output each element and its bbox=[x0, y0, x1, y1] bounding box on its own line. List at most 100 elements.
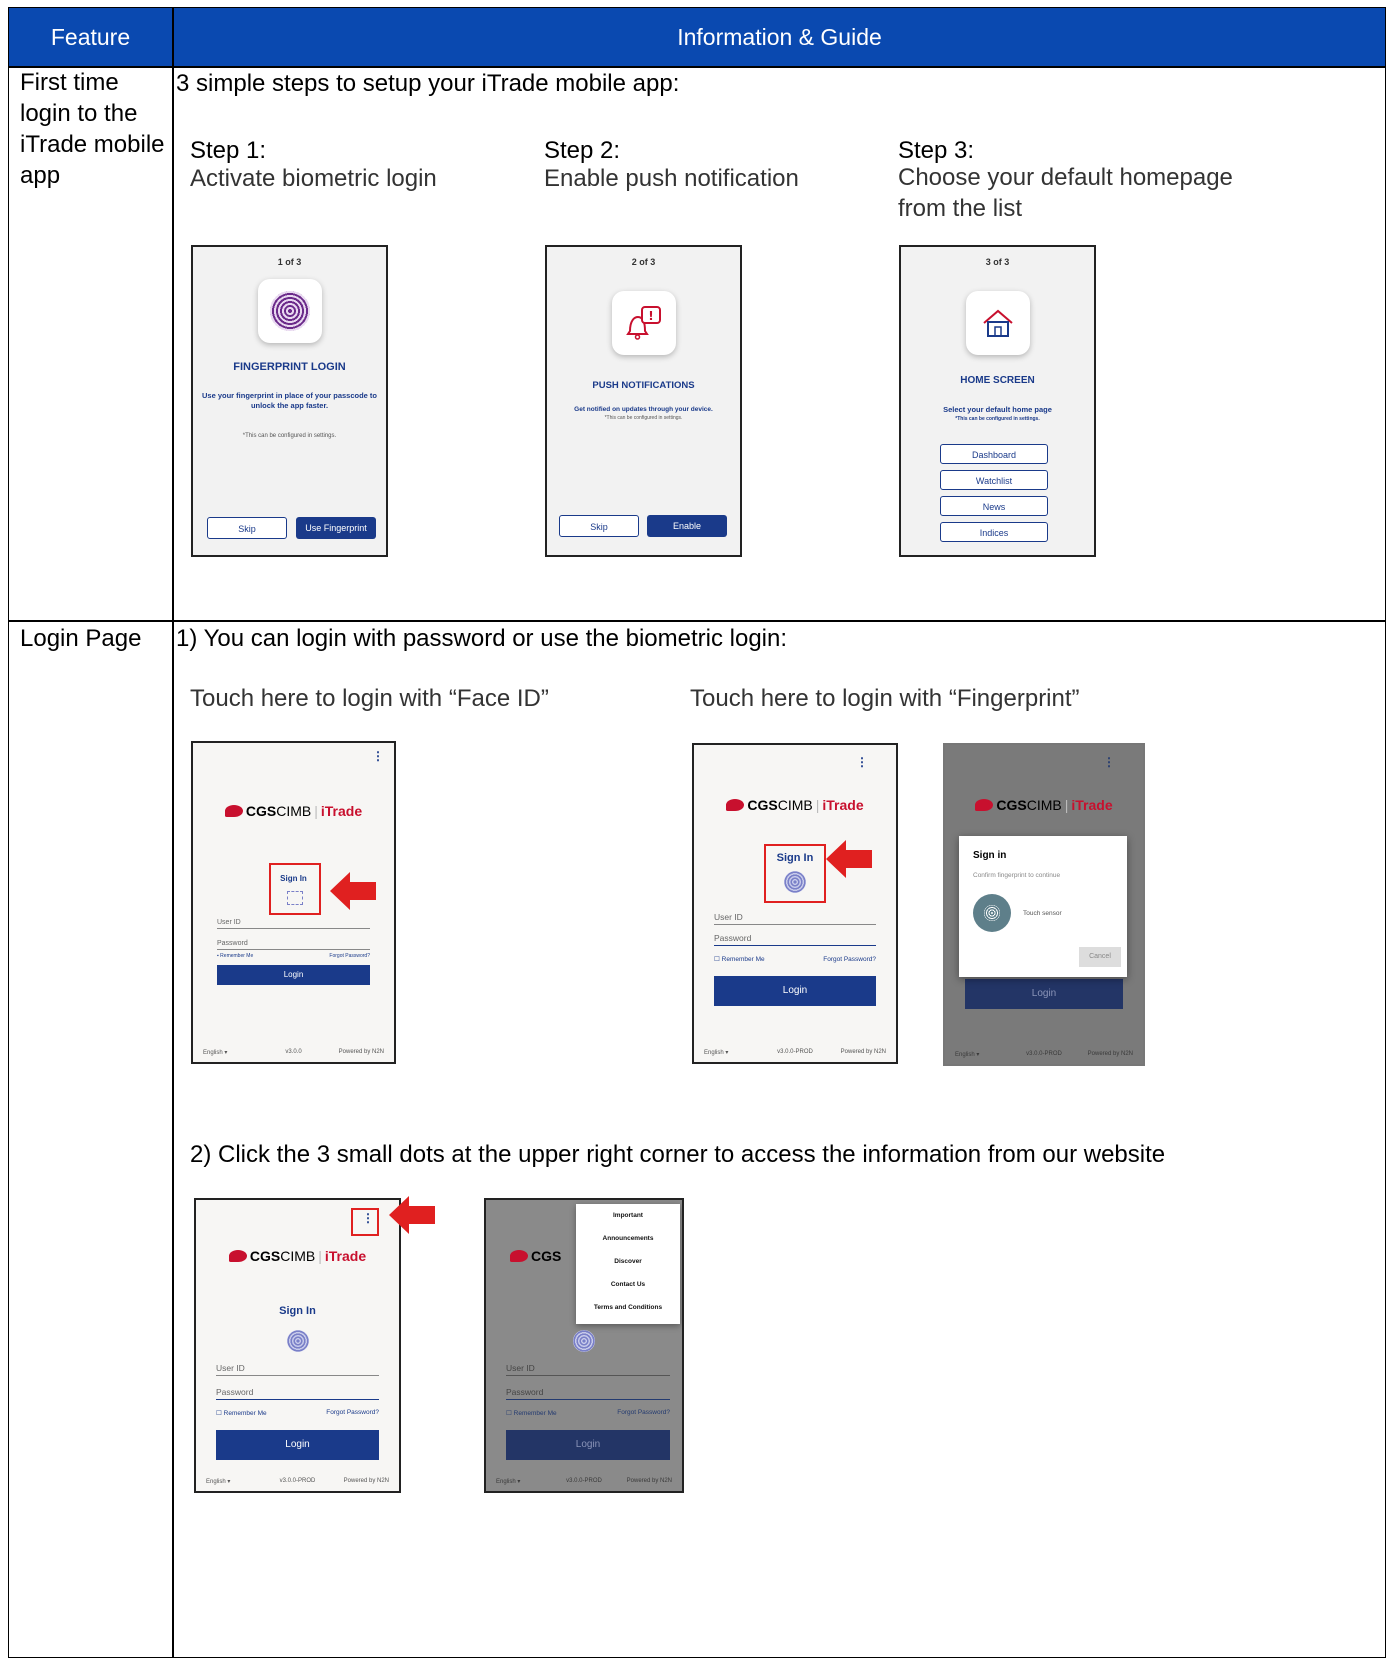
cgscimb-logo: CGSCIMB | iTrade bbox=[196, 1248, 399, 1264]
remember-me-checkbox[interactable]: ▪ Remember Me bbox=[217, 953, 253, 959]
point-1: 1) You can login with password or use th… bbox=[176, 625, 788, 652]
option-dashboard[interactable]: Dashboard bbox=[940, 444, 1048, 464]
more-menu-icon[interactable]: ⋮ bbox=[372, 749, 384, 763]
logo-swoosh-icon bbox=[975, 799, 994, 811]
cgscimb-logo: CGSCIMB | iTrade bbox=[945, 797, 1143, 813]
logo-swoosh-icon bbox=[726, 799, 745, 811]
option-watchlist[interactable]: Watchlist bbox=[940, 470, 1048, 490]
screen-home-screen: 3 of 3 HOME SCREEN Select your default h… bbox=[899, 245, 1096, 557]
enable-button[interactable]: Enable bbox=[647, 515, 727, 537]
notification-tile: ! bbox=[611, 291, 676, 355]
callout-arrow-icon bbox=[389, 1196, 435, 1234]
screen-title: HOME SCREEN bbox=[960, 375, 1035, 386]
step-counter: 1 of 3 bbox=[277, 257, 302, 267]
screen-note: *This can be configured in settings. bbox=[955, 416, 1040, 422]
menu-item-announcements[interactable]: Announcements bbox=[576, 1227, 680, 1250]
step3-desc: Choose your default homepage from the li… bbox=[898, 164, 1233, 222]
fingerprint-icon[interactable] bbox=[573, 1330, 595, 1352]
skip-button[interactable]: Skip bbox=[559, 515, 639, 537]
remember-me-checkbox[interactable]: ☐ Remember Me bbox=[216, 1409, 267, 1417]
screen-fingerprint-dialog: ⋮ CGSCIMB | iTrade Login English ▾ v3.0.0-… bbox=[943, 743, 1145, 1066]
touch-sensor-label: Touch sensor bbox=[1023, 910, 1062, 917]
login-button[interactable]: Login bbox=[965, 979, 1123, 1009]
logo-swoosh-icon bbox=[510, 1250, 528, 1262]
home-tile bbox=[965, 291, 1030, 355]
login-footer: English ▾ v3.0.0-PROD Powered by N2N bbox=[206, 1478, 389, 1485]
table-header: Feature Information & Guide bbox=[9, 8, 1385, 66]
powered-by: Powered by N2N bbox=[338, 1049, 384, 1055]
forgot-password-link[interactable]: Forgot Password? bbox=[823, 956, 876, 963]
fingerprint-caption: Touch here to login with “Fingerprint” bbox=[690, 685, 1080, 712]
screen-desc: Select your default home page bbox=[943, 405, 1052, 414]
column-divider bbox=[172, 8, 174, 1657]
login-button[interactable]: Login bbox=[216, 1430, 379, 1460]
screen-note: *This can be configured in settings. bbox=[604, 415, 683, 421]
sign-in-title: Sign In bbox=[279, 1305, 316, 1317]
more-menu-icon[interactable]: ⋮ bbox=[362, 1211, 374, 1225]
screen-title: PUSH NOTIFICATIONS bbox=[592, 380, 695, 391]
overflow-menu: Important Announcements Discover Contact… bbox=[576, 1204, 680, 1324]
login-footer: English ▾ v3.0.0-PROD Powered by N2N bbox=[496, 1478, 672, 1485]
screen-title: FINGERPRINT LOGIN bbox=[233, 361, 346, 373]
user-id-field[interactable]: User ID bbox=[217, 919, 370, 929]
step-counter: 3 of 3 bbox=[985, 257, 1010, 267]
callout-arrow-icon bbox=[826, 840, 872, 878]
feature-first-login: First time login to the iTrade mobile ap… bbox=[20, 69, 165, 189]
remember-me-checkbox[interactable]: ☐ Remember Me bbox=[506, 1409, 557, 1417]
bell-alert-icon: ! bbox=[625, 306, 661, 340]
remember-me-checkbox[interactable]: ☐ Remember Me bbox=[714, 955, 765, 963]
login-footer: English ▾ v3.0.0-PROD Powered by N2N bbox=[955, 1051, 1133, 1058]
cgscimb-logo: CGSCIMB | iTrade bbox=[694, 797, 896, 813]
menu-item-contact-us[interactable]: Contact Us bbox=[576, 1273, 680, 1296]
password-field[interactable]: Password bbox=[714, 933, 876, 946]
feature-login-page: Login Page bbox=[20, 625, 142, 652]
screen-fingerprint-login: 1 of 3 FINGERPRINT LOGIN Use your finger… bbox=[191, 245, 388, 557]
more-menu-icon[interactable]: ⋮ bbox=[1103, 755, 1115, 769]
fingerprint-dialog: Sign in Confirm fingerprint to continue … bbox=[959, 836, 1127, 977]
cgscimb-logo: CGSCIMB | iTrade bbox=[193, 803, 394, 819]
powered-by: Powered by N2N bbox=[343, 1478, 389, 1484]
screen-login-fingerprint: ⋮ CGSCIMB | iTrade Sign In User ID Passwor… bbox=[692, 743, 898, 1064]
dialog-title: Sign in bbox=[973, 850, 1007, 861]
password-field[interactable]: Password bbox=[217, 940, 370, 950]
skip-button[interactable]: Skip bbox=[207, 517, 287, 539]
login-button[interactable]: Login bbox=[714, 976, 876, 1006]
powered-by: Powered by N2N bbox=[626, 1478, 672, 1484]
user-id-field[interactable]: User ID bbox=[216, 1363, 379, 1376]
screen-login-menu-hint: ⋮ CGSCIMB | iTrade Sign In User ID Passwor… bbox=[194, 1198, 401, 1493]
login-button[interactable]: Login bbox=[217, 965, 370, 985]
fingerprint-tile bbox=[257, 279, 322, 343]
dialog-subtitle: Confirm fingerprint to continue bbox=[973, 872, 1061, 879]
point-2: 2) Click the 3 small dots at the upper r… bbox=[190, 1141, 1166, 1168]
cancel-button[interactable]: Cancel bbox=[1079, 947, 1121, 967]
header-info: Information & Guide bbox=[677, 24, 882, 50]
forgot-password-link[interactable]: Forgot Password? bbox=[617, 1409, 670, 1416]
menu-item-important[interactable]: Important bbox=[576, 1204, 680, 1227]
screen-desc: Get notified on updates through your dev… bbox=[574, 406, 713, 413]
user-id-field[interactable]: User ID bbox=[506, 1363, 670, 1376]
screen-note: *This can be configured in settings. bbox=[242, 433, 337, 439]
logo-swoosh-icon bbox=[228, 1250, 247, 1262]
step2-desc: Enable push notification bbox=[544, 165, 799, 192]
more-menu-icon[interactable]: ⋮ bbox=[856, 755, 868, 769]
menu-item-terms[interactable]: Terms and Conditions bbox=[576, 1296, 680, 1319]
login-button[interactable]: Login bbox=[506, 1430, 670, 1460]
forgot-password-link[interactable]: Forgot Password? bbox=[329, 953, 370, 959]
step1-desc: Activate biometric login bbox=[190, 165, 437, 192]
menu-item-discover[interactable]: Discover bbox=[576, 1250, 680, 1273]
step-counter: 2 of 3 bbox=[631, 257, 656, 267]
fingerprint-icon[interactable] bbox=[286, 1330, 309, 1352]
use-fingerprint-button[interactable]: Use Fingerprint bbox=[296, 517, 376, 539]
faceid-caption: Touch here to login with “Face ID” bbox=[190, 685, 549, 712]
fingerprint-icon bbox=[269, 291, 310, 331]
powered-by: Powered by N2N bbox=[840, 1049, 886, 1055]
header-feature: Feature bbox=[50, 24, 131, 50]
user-id-field[interactable]: User ID bbox=[714, 912, 876, 925]
forgot-password-link[interactable]: Forgot Password? bbox=[326, 1409, 379, 1416]
touch-sensor-icon[interactable] bbox=[973, 894, 1011, 932]
screen-login-menu-open: CGS User ID Password ☐ Remember Me Forgo… bbox=[484, 1198, 684, 1493]
password-field[interactable]: Password bbox=[216, 1387, 379, 1400]
option-news[interactable]: News bbox=[940, 496, 1048, 516]
option-indices[interactable]: Indices bbox=[940, 522, 1048, 542]
password-field[interactable]: Password bbox=[506, 1387, 670, 1400]
